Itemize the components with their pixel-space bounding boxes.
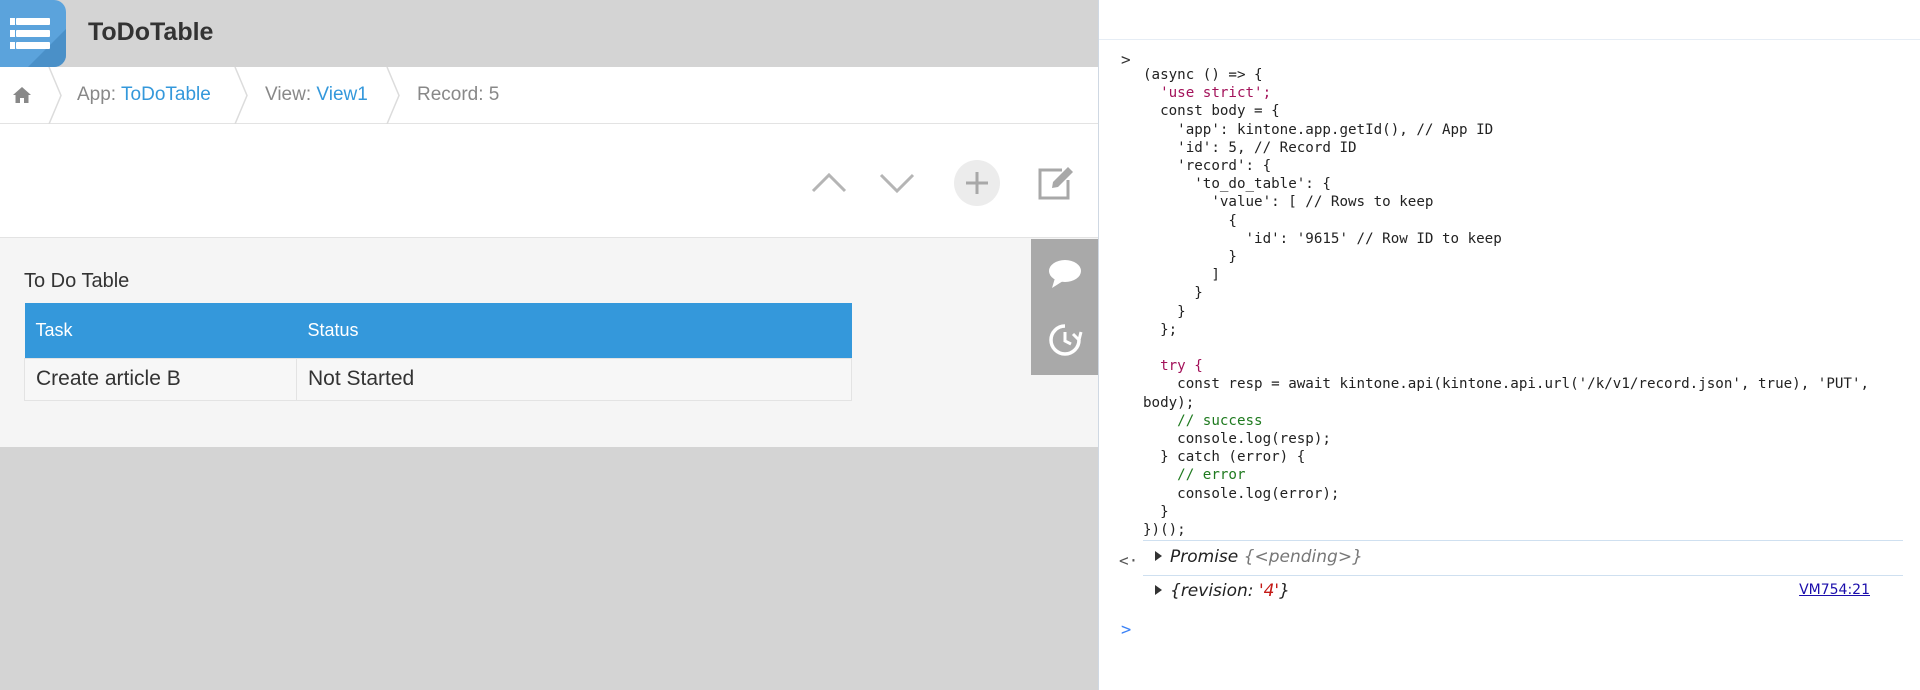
log-output[interactable]: {revision: '4'} (1143, 581, 1290, 601)
home-icon[interactable] (12, 85, 32, 105)
chevron-down-icon[interactable] (874, 160, 920, 206)
code-line: console.log(resp); (1143, 431, 1331, 448)
to-do-subtable: Task Status Create article B Not Started (24, 303, 852, 401)
record-content: To Do Table Task Status Create article B… (0, 238, 1098, 447)
input-prompt: > (1121, 50, 1131, 69)
code-line: // error (1143, 467, 1246, 484)
code-line: 'id': '9615' // Row ID to keep (1143, 230, 1502, 247)
app-header: ToDoTable (0, 0, 1098, 67)
return-value-arrow: <· (1119, 551, 1139, 570)
code-line: const resp = await kintone.api(kintone.a… (1143, 376, 1870, 393)
console-prompt[interactable]: > (1121, 620, 1131, 640)
breadcrumb-record: Record: 5 (417, 84, 500, 105)
breadcrumb-separator (48, 67, 62, 124)
record-toolbar (0, 124, 1098, 238)
code-line: console.log(error); (1143, 485, 1340, 502)
code-line: } catch (error) { (1143, 449, 1306, 466)
history-icon[interactable] (1047, 322, 1083, 358)
code-line: 'app': kintone.app.getId(), // App ID (1143, 121, 1494, 138)
console-divider (1143, 540, 1903, 541)
console-toolbar (1099, 0, 1920, 40)
breadcrumb-view: View: View1 (265, 84, 368, 105)
promise-result[interactable]: Promise {<pending>} (1143, 547, 1363, 567)
subtable-label: To Do Table (24, 270, 130, 292)
code-line: } (1143, 249, 1237, 266)
code-line: 'to_do_table': { (1143, 176, 1331, 193)
app-title: ToDoTable (88, 18, 214, 46)
task-cell: Create article B (24, 357, 297, 401)
console-divider (1143, 575, 1903, 576)
edit-icon[interactable] (1032, 160, 1078, 206)
code-line: } (1143, 285, 1203, 302)
code-line: 'id': 5, // Record ID (1143, 139, 1357, 156)
code-line: } (1143, 303, 1186, 320)
code-line: { (1143, 212, 1237, 229)
breadcrumb-app-link[interactable]: ToDoTable (121, 84, 211, 105)
code-line: const body = { (1143, 103, 1280, 120)
app-pane: ToDoTable App: ToDoTable View: View1 Rec… (0, 0, 1098, 690)
column-header-status: Status (296, 303, 852, 358)
code-line: (async () => { (1143, 67, 1263, 83)
code-line: 'use strict'; (1143, 85, 1272, 102)
code-line: ] (1143, 267, 1220, 284)
source-location-link[interactable]: VM754:21 (1799, 582, 1870, 598)
subtable-header-row: Task Status (24, 303, 852, 358)
breadcrumb-separator (386, 67, 400, 124)
code-line: 'record': { (1143, 158, 1272, 175)
breadcrumb: App: ToDoTable View: View1 Record: 5 (0, 67, 1098, 124)
column-header-task: Task (24, 303, 297, 358)
code-line: } (1143, 503, 1169, 520)
code-line: }; (1143, 321, 1178, 338)
devtools-console: > (async () => { 'use strict'; const bod… (1098, 0, 1920, 690)
breadcrumb-app: App: ToDoTable (77, 84, 211, 105)
table-row: Create article B Not Started (24, 357, 852, 401)
code-line: })(); (1143, 522, 1186, 539)
status-cell: Not Started (296, 357, 852, 401)
code-line: 'value': [ // Rows to keep (1143, 194, 1434, 211)
expand-triangle-icon[interactable] (1155, 551, 1162, 561)
breadcrumb-separator (234, 67, 248, 124)
code-line: try { (1143, 358, 1203, 375)
comment-icon[interactable] (1047, 256, 1083, 292)
app-list-icon[interactable] (0, 0, 66, 67)
side-panel (1031, 239, 1098, 375)
chevron-up-icon[interactable] (806, 160, 852, 206)
code-line: // success (1143, 412, 1263, 429)
console-input-code: (async () => { 'use strict'; const body … (1143, 66, 1903, 539)
breadcrumb-view-link[interactable]: View1 (316, 84, 367, 105)
expand-triangle-icon[interactable] (1155, 585, 1162, 595)
code-line: body); (1143, 394, 1195, 411)
plus-icon[interactable] (954, 160, 1000, 206)
